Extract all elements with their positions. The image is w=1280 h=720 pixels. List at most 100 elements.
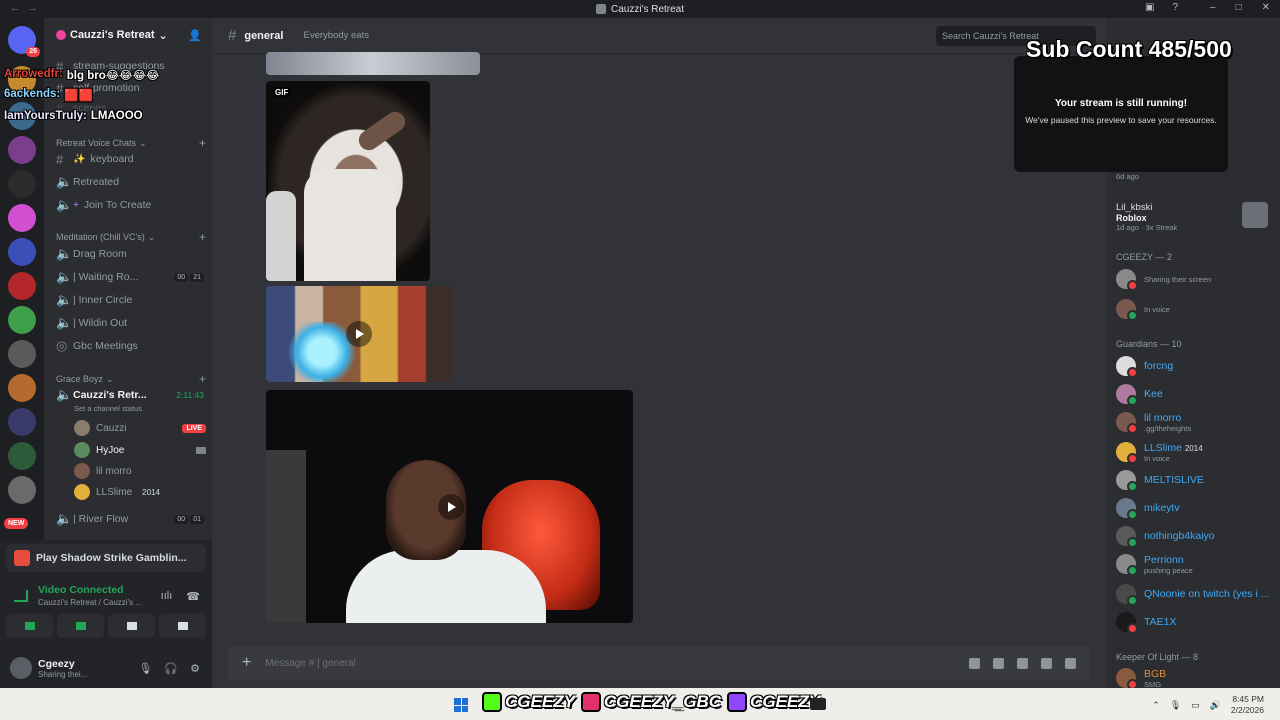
server-icon-13[interactable] xyxy=(8,476,36,504)
volume-icon[interactable]: 🔊 xyxy=(1210,700,1221,711)
member-row[interactable]: mikeytv xyxy=(1116,495,1276,521)
member-row[interactable]: In voice xyxy=(1116,296,1276,322)
channel-topic[interactable]: Everybody eats xyxy=(303,30,368,41)
sticker-icon[interactable] xyxy=(1017,657,1028,669)
member-row[interactable]: Perrionn pushing peace xyxy=(1116,551,1276,577)
windows-start-icon[interactable] xyxy=(454,698,468,712)
camera-button[interactable] xyxy=(6,614,53,638)
member-status: Sharing their screen xyxy=(1144,274,1212,284)
voice-user-llslime[interactable]: LLSlime 2014 xyxy=(74,482,206,502)
server-header[interactable]: Cauzzi's Retreat ⌄ 👤 xyxy=(44,18,212,52)
live-badge: LIVE xyxy=(182,423,206,433)
member-row[interactable]: nothingb4kaiyo xyxy=(1116,523,1276,549)
member-row[interactable]: forcng xyxy=(1116,353,1276,379)
channel-status[interactable]: Set a channel status xyxy=(74,404,142,413)
maximize-button[interactable]: □ xyxy=(1236,2,1242,13)
member-name: forcng xyxy=(1144,360,1174,372)
channel-wildin-out[interactable]: 🔈 | Wildin Out xyxy=(44,313,212,333)
channel-retreated[interactable]: 🔈 Retreated xyxy=(44,172,212,192)
server-icon-3[interactable] xyxy=(8,136,36,164)
channel-join-to-create[interactable]: 🔈 + Join To Create xyxy=(44,195,212,215)
server-icon-12[interactable] xyxy=(8,442,36,470)
voice-user-hyjoe[interactable]: HyJoe xyxy=(74,440,206,460)
system-tray: ⌃ 🎙 ▭ 🔊 8:45 PM 2/2/2026 xyxy=(1152,694,1264,716)
channel-river-flow[interactable]: 🔈 | River Flow 00 01 xyxy=(44,509,212,529)
gif-icon[interactable] xyxy=(993,657,1004,669)
server-icon-9[interactable] xyxy=(8,340,36,368)
avatar[interactable] xyxy=(10,657,32,679)
microphone-icon[interactable]: 🎙 xyxy=(1170,700,1181,711)
soundboard-button[interactable] xyxy=(159,614,206,638)
terminal-icon[interactable] xyxy=(810,698,826,710)
server-icon-4[interactable] xyxy=(8,170,36,198)
member-row[interactable]: MELTISLIVE xyxy=(1116,467,1276,493)
chevron-up-icon[interactable]: ⌃ xyxy=(1152,700,1160,711)
category-voice[interactable]: Retreat Voice Chats ⌄ + xyxy=(56,136,206,150)
add-friend-icon[interactable]: 👤 xyxy=(188,29,202,42)
add-channel-icon[interactable]: + xyxy=(199,372,206,386)
add-channel-icon[interactable]: + xyxy=(199,136,206,150)
discord-home-icon[interactable]: 26 xyxy=(8,26,40,57)
member-row[interactable]: Sharing their screen xyxy=(1116,266,1276,292)
channel-inner-circle[interactable]: 🔈 | Inner Circle xyxy=(44,290,212,310)
channel-waiting-room[interactable]: 🔈 | Waiting Ro... 00 21 xyxy=(44,267,212,287)
gift-icon[interactable] xyxy=(969,657,980,669)
image-content xyxy=(304,169,396,281)
member-row[interactable]: BGB SMG xyxy=(1116,665,1276,688)
taskbar: CGEEZY CGEEZY_GBC CGEEZY ⌃ 🎙 ▭ 🔊 8:45 PM… xyxy=(0,688,1280,720)
channel-keyboard[interactable]: # ✨ keyboard xyxy=(44,149,212,169)
member-row[interactable]: lil morro .gg/theheights xyxy=(1116,409,1276,435)
message-image[interactable] xyxy=(266,52,480,75)
voice-connection: Video Connected Cauzzi's Retreat / Cauzz… xyxy=(14,584,204,607)
category-grace-boyz[interactable]: Grace Boyz ⌄ + xyxy=(56,372,206,386)
message-video[interactable] xyxy=(266,390,633,623)
voice-user-lil-morro[interactable]: lil morro xyxy=(74,461,206,481)
server-icon-5[interactable] xyxy=(8,204,36,232)
category-meditation[interactable]: Meditation (Chill VC's) ⌄ + xyxy=(56,230,206,244)
noise-suppression-icon[interactable]: ıılı xyxy=(161,590,173,603)
activity-promo[interactable]: Play Shadow Strike Gamblin... xyxy=(6,544,206,572)
server-icon-10[interactable] xyxy=(8,374,36,402)
message-gif[interactable]: GIF xyxy=(266,81,430,281)
member-row[interactable]: QNoonie on twitch (yes i ... xyxy=(1116,581,1276,607)
activity-card[interactable]: Lil_kbski Roblox 1d ago · 3x Streak xyxy=(1106,198,1280,236)
minimize-button[interactable]: – xyxy=(1210,2,1216,13)
channel-drag-room[interactable]: 🔈 Drag Room xyxy=(44,244,212,264)
nav-arrows[interactable]: ←→ xyxy=(10,2,44,14)
screen-share-button[interactable] xyxy=(57,614,104,638)
channel-label: Retreated xyxy=(73,176,120,188)
server-icon-8[interactable] xyxy=(8,306,36,334)
server-icon-6[interactable] xyxy=(8,238,36,266)
play-icon[interactable] xyxy=(438,494,464,520)
signal-icon[interactable] xyxy=(14,590,28,602)
member-row[interactable]: LLSlime 2014 In voice xyxy=(1116,439,1276,465)
emoji-icon[interactable] xyxy=(1041,657,1052,669)
help-icon[interactable]: ? xyxy=(1172,2,1178,13)
microphone-icon[interactable]: 🎙 xyxy=(138,662,152,675)
add-channel-icon[interactable]: + xyxy=(199,230,206,244)
voice-user-cauzzi[interactable]: Cauzzi LIVE xyxy=(74,418,206,438)
message-video[interactable] xyxy=(266,286,453,382)
server-icon-7[interactable] xyxy=(8,272,36,300)
disconnect-icon[interactable]: ☎ xyxy=(186,590,200,603)
member-row[interactable]: Kee xyxy=(1116,381,1276,407)
member-row[interactable]: TAE1X xyxy=(1116,609,1276,635)
voice-buttons xyxy=(6,614,206,638)
network-icon[interactable]: ▭ xyxy=(1191,700,1200,711)
clock[interactable]: 8:45 PM 2/2/2026 xyxy=(1231,694,1264,716)
close-button[interactable]: ✕ xyxy=(1262,2,1270,13)
inbox-icon[interactable]: ▣ xyxy=(1145,2,1154,13)
headphones-icon[interactable]: 🎧 xyxy=(164,662,178,675)
member-name: Perrionn xyxy=(1144,553,1184,566)
server-icon-11[interactable] xyxy=(8,408,36,436)
avatar xyxy=(74,442,90,458)
attach-icon[interactable]: + xyxy=(242,654,251,672)
channel-gbc-meetings[interactable]: ◎ Gbc Meetings xyxy=(44,336,212,356)
message-input[interactable]: + Message # | general xyxy=(228,646,1090,680)
gear-icon[interactable]: ⚙ xyxy=(190,662,200,675)
member-name: QNoonie on twitch (yes i ... xyxy=(1144,588,1270,600)
activities-button[interactable] xyxy=(108,614,155,638)
play-icon[interactable] xyxy=(346,321,372,347)
apps-icon[interactable] xyxy=(1065,657,1076,669)
channel-active-voice[interactable]: 🔈 Cauzzi's Retr... 2:11:43 xyxy=(44,385,212,405)
